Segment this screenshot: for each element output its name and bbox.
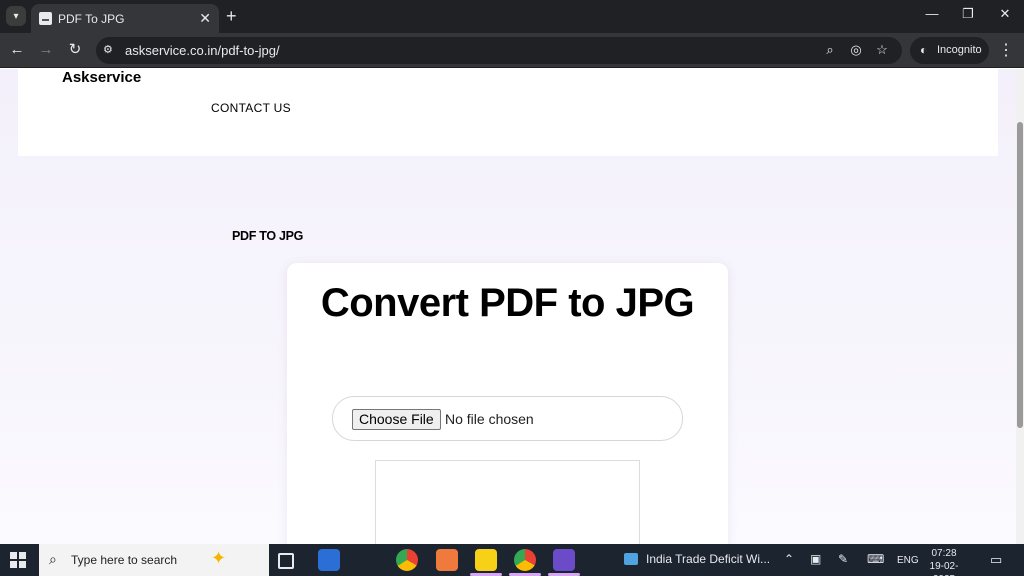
page-viewport: Askservice CONTACT US PDF TO JPG Convert…: [0, 69, 1016, 544]
eye-off-icon[interactable]: ◎: [848, 42, 864, 58]
clock-time: 07:28: [931, 548, 957, 559]
chrome-icon[interactable]: [396, 549, 418, 571]
news-icon: [624, 553, 638, 565]
zoom-icon[interactable]: ⌕: [822, 42, 838, 58]
tab-search-chevron-down-icon[interactable]: ▾: [6, 6, 26, 26]
chrome-incognito-icon[interactable]: [514, 549, 536, 571]
windows-start-icon[interactable]: [10, 552, 26, 568]
back-arrow-icon[interactable]: ←: [8, 41, 26, 59]
close-tab-icon[interactable]: ✕: [199, 10, 211, 26]
bookmark-star-icon[interactable]: ☆: [874, 42, 890, 58]
keyboard-icon[interactable]: ⌨: [867, 552, 884, 566]
browser-tab-strip: ▾ PDF To JPG ✕ + — ❐ ✕: [0, 0, 1024, 33]
minimize-icon[interactable]: —: [922, 6, 942, 21]
news-widget[interactable]: India Trade Deficit Wi...: [624, 552, 770, 566]
browser-toolbar: ← → ↻ ⚙ askservice.co.in/pdf-to-jpg/ ⌕ ◎…: [0, 33, 1024, 68]
restore-icon[interactable]: ❐: [958, 6, 978, 22]
task-view-icon[interactable]: [278, 553, 294, 569]
incognito-indicator[interactable]: ◐ Incognito: [910, 37, 989, 64]
site-favicon-icon: [39, 12, 52, 25]
sticky-notes-icon[interactable]: [475, 549, 497, 571]
preview-box: [375, 460, 640, 544]
nav-link-contact[interactable]: CONTACT US: [211, 101, 291, 115]
app-orange-icon[interactable]: [436, 549, 458, 571]
sparkle-icon: ✦: [211, 548, 227, 568]
window-close-icon[interactable]: ✕: [995, 6, 1015, 22]
show-hidden-icons-chevron-up-icon[interactable]: ⌃: [784, 552, 794, 566]
address-bar[interactable]: ⚙ askservice.co.in/pdf-to-jpg/ ⌕ ◎ ☆: [96, 37, 902, 64]
incognito-icon: ◐: [920, 43, 928, 57]
clock-date: 19-02-2025: [929, 561, 959, 576]
browser-tab[interactable]: PDF To JPG ✕: [31, 4, 219, 33]
file-status-text: No file chosen: [445, 411, 534, 427]
language-indicator[interactable]: ENG: [897, 555, 919, 566]
forward-arrow-icon[interactable]: →: [37, 41, 55, 59]
news-text: India Trade Deficit Wi...: [646, 552, 771, 566]
converter-card: Convert PDF to JPG Choose File No file c…: [287, 263, 728, 544]
reload-icon[interactable]: ↻: [66, 41, 84, 59]
tab-title: PDF To JPG: [58, 12, 125, 26]
url-text[interactable]: askservice.co.in/pdf-to-jpg/: [125, 43, 280, 58]
clock[interactable]: 07:28 19-02-2025: [922, 547, 966, 576]
scrollbar-thumb[interactable]: [1017, 122, 1023, 428]
kebab-menu-icon[interactable]: ⋮: [998, 40, 1014, 60]
site-info-icon[interactable]: ⚙: [103, 43, 117, 57]
page-title: Convert PDF to JPG: [320, 281, 695, 325]
photos-icon[interactable]: [553, 549, 575, 571]
file-input[interactable]: Choose File No file chosen: [332, 396, 683, 441]
incognito-label: Incognito: [937, 44, 982, 56]
taskbar: ⌕ Type here to search ✦ India Trade Defi…: [0, 544, 1024, 576]
search-icon: ⌕: [49, 551, 57, 567]
choose-file-button[interactable]: Choose File: [352, 409, 441, 430]
page-label: PDF TO JPG: [232, 229, 304, 243]
taskbar-search-box[interactable]: ⌕ Type here to search ✦: [39, 544, 269, 576]
pen-icon[interactable]: ✎: [838, 552, 848, 566]
meet-now-icon[interactable]: ▣: [810, 552, 821, 566]
page-scrollbar[interactable]: [1016, 69, 1024, 544]
store-icon[interactable]: [318, 549, 340, 571]
site-brand[interactable]: Askservice: [62, 69, 141, 86]
notification-icon[interactable]: ▭: [990, 552, 1002, 568]
new-tab-plus-icon[interactable]: +: [226, 6, 237, 26]
site-header: Askservice CONTACT US: [18, 69, 998, 156]
taskbar-search-placeholder: Type here to search: [71, 553, 178, 567]
